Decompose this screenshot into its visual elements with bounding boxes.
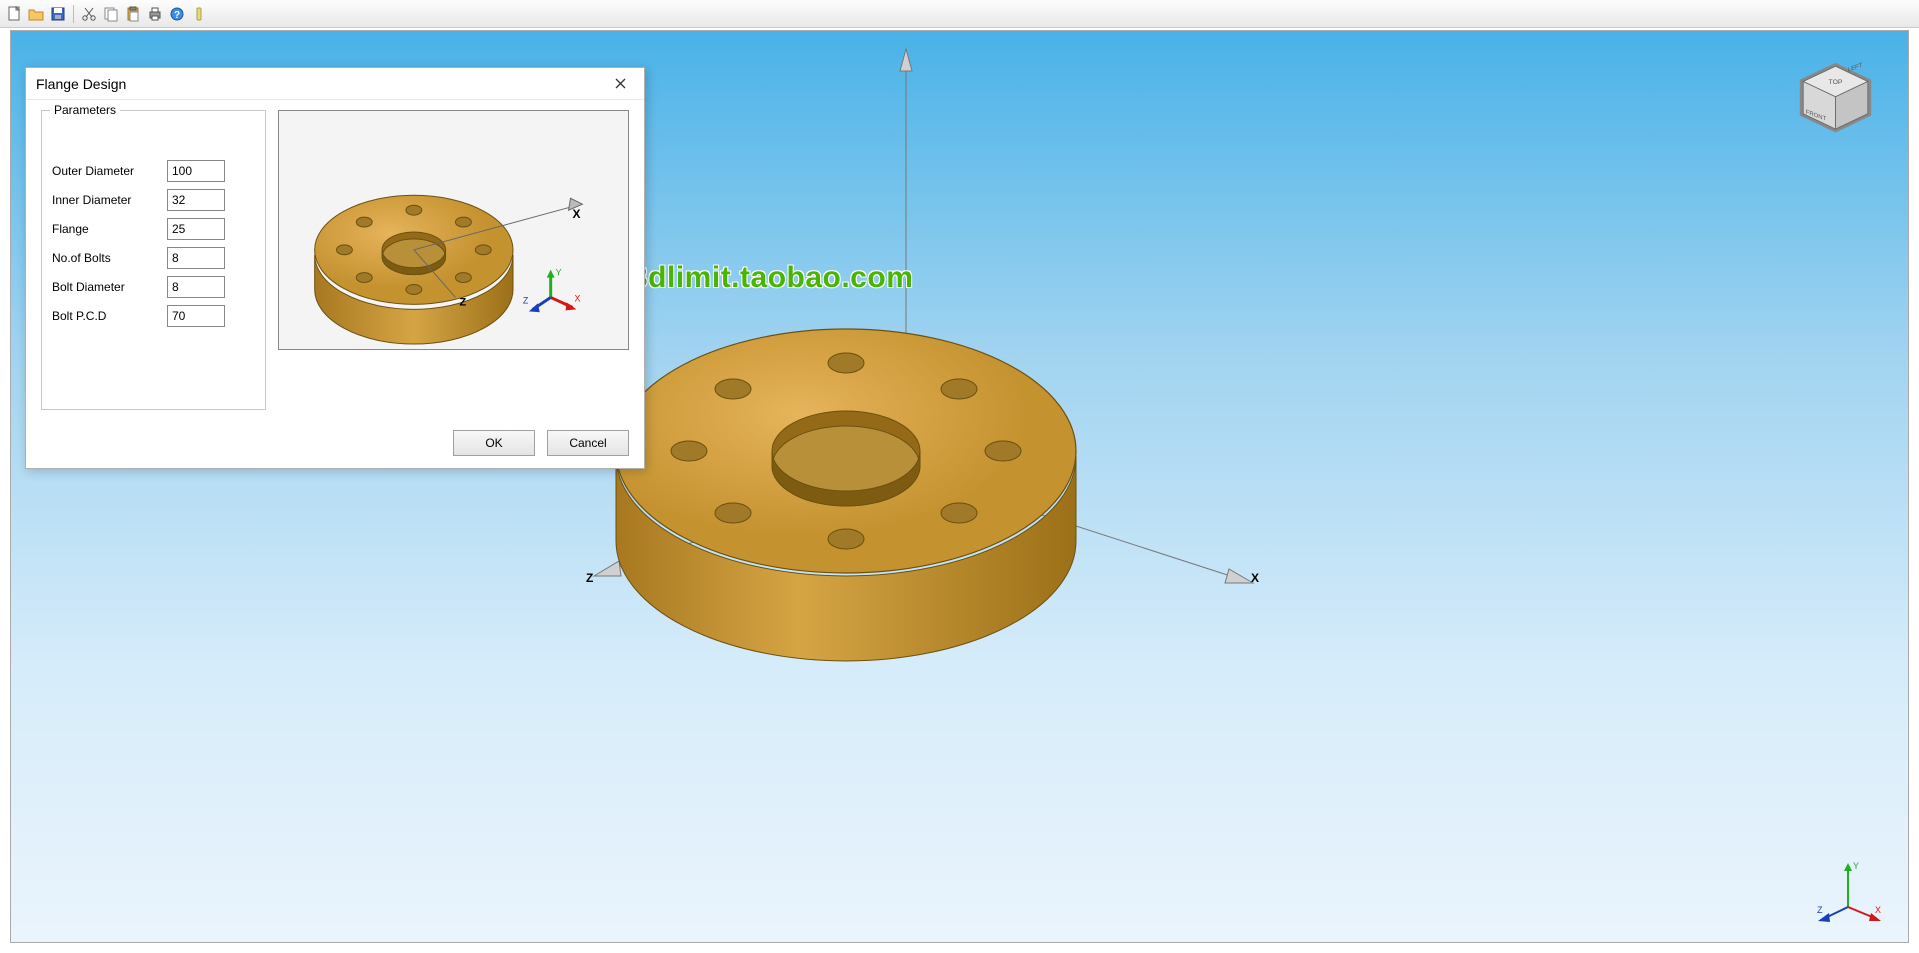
outer-diameter-input[interactable] <box>167 160 225 182</box>
cancel-button[interactable]: Cancel <box>547 430 629 456</box>
save-floppy-icon[interactable] <box>48 4 68 24</box>
flange-label: Flange <box>52 222 167 236</box>
parameters-group: Parameters Outer Diameter Inner Diameter… <box>41 110 266 410</box>
svg-text:Z: Z <box>1817 905 1823 915</box>
paste-clipboard-icon[interactable] <box>123 4 143 24</box>
flange-design-dialog: Flange Design Parameters Outer Diameter … <box>25 67 645 469</box>
open-folder-icon[interactable] <box>26 4 46 24</box>
bolt-pcd-label: Bolt P.C.D <box>52 309 167 323</box>
group-legend: Parameters <box>50 103 120 117</box>
svg-text:Y: Y <box>556 268 562 278</box>
viewcube-left-label: LEFT <box>1848 62 1863 74</box>
no-bolts-label: No.of Bolts <box>52 251 167 265</box>
triaxis-indicator: Y X Z <box>1813 857 1883 927</box>
bolt-pcd-input[interactable] <box>167 305 225 327</box>
inner-diameter-label: Inner Diameter <box>52 193 167 207</box>
refresh-icon[interactable] <box>189 4 209 24</box>
bolt-diameter-input[interactable] <box>167 276 225 298</box>
view-cube[interactable]: TOP FRONT LEFT <box>1793 56 1878 141</box>
svg-text:Z: Z <box>459 296 466 308</box>
axis-x-label: X <box>1251 571 1259 585</box>
dialog-title-bar[interactable]: Flange Design <box>26 68 644 100</box>
svg-text:Z: Z <box>523 295 529 305</box>
help-shield-icon[interactable]: ? <box>167 4 187 24</box>
no-bolts-input[interactable] <box>167 247 225 269</box>
bolt-diameter-label: Bolt Diameter <box>52 280 167 294</box>
viewcube-top-label: TOP <box>1829 79 1843 86</box>
preview-viewport: X Z Y X Z <box>278 110 629 350</box>
close-icon[interactable] <box>606 70 634 98</box>
print-icon[interactable] <box>145 4 165 24</box>
toolbar-separator <box>73 5 74 23</box>
svg-text:Y: Y <box>1853 861 1859 871</box>
watermark-text: 3dlimit.taobao.com <box>631 261 913 295</box>
cut-scissors-icon[interactable] <box>79 4 99 24</box>
flange-input[interactable] <box>167 218 225 240</box>
copy-icon[interactable] <box>101 4 121 24</box>
main-toolbar: ? <box>0 0 1919 28</box>
svg-text:X: X <box>573 207 581 221</box>
flange-main-render <box>571 151 1131 711</box>
svg-text:X: X <box>574 293 580 303</box>
new-document-icon[interactable] <box>4 4 24 24</box>
axis-z-label: Z <box>586 571 593 585</box>
inner-diameter-input[interactable] <box>167 189 225 211</box>
svg-text:?: ? <box>174 10 180 21</box>
ok-button[interactable]: OK <box>453 430 535 456</box>
svg-text:X: X <box>1875 905 1881 915</box>
dialog-title-text: Flange Design <box>36 76 606 92</box>
outer-diameter-label: Outer Diameter <box>52 164 167 178</box>
